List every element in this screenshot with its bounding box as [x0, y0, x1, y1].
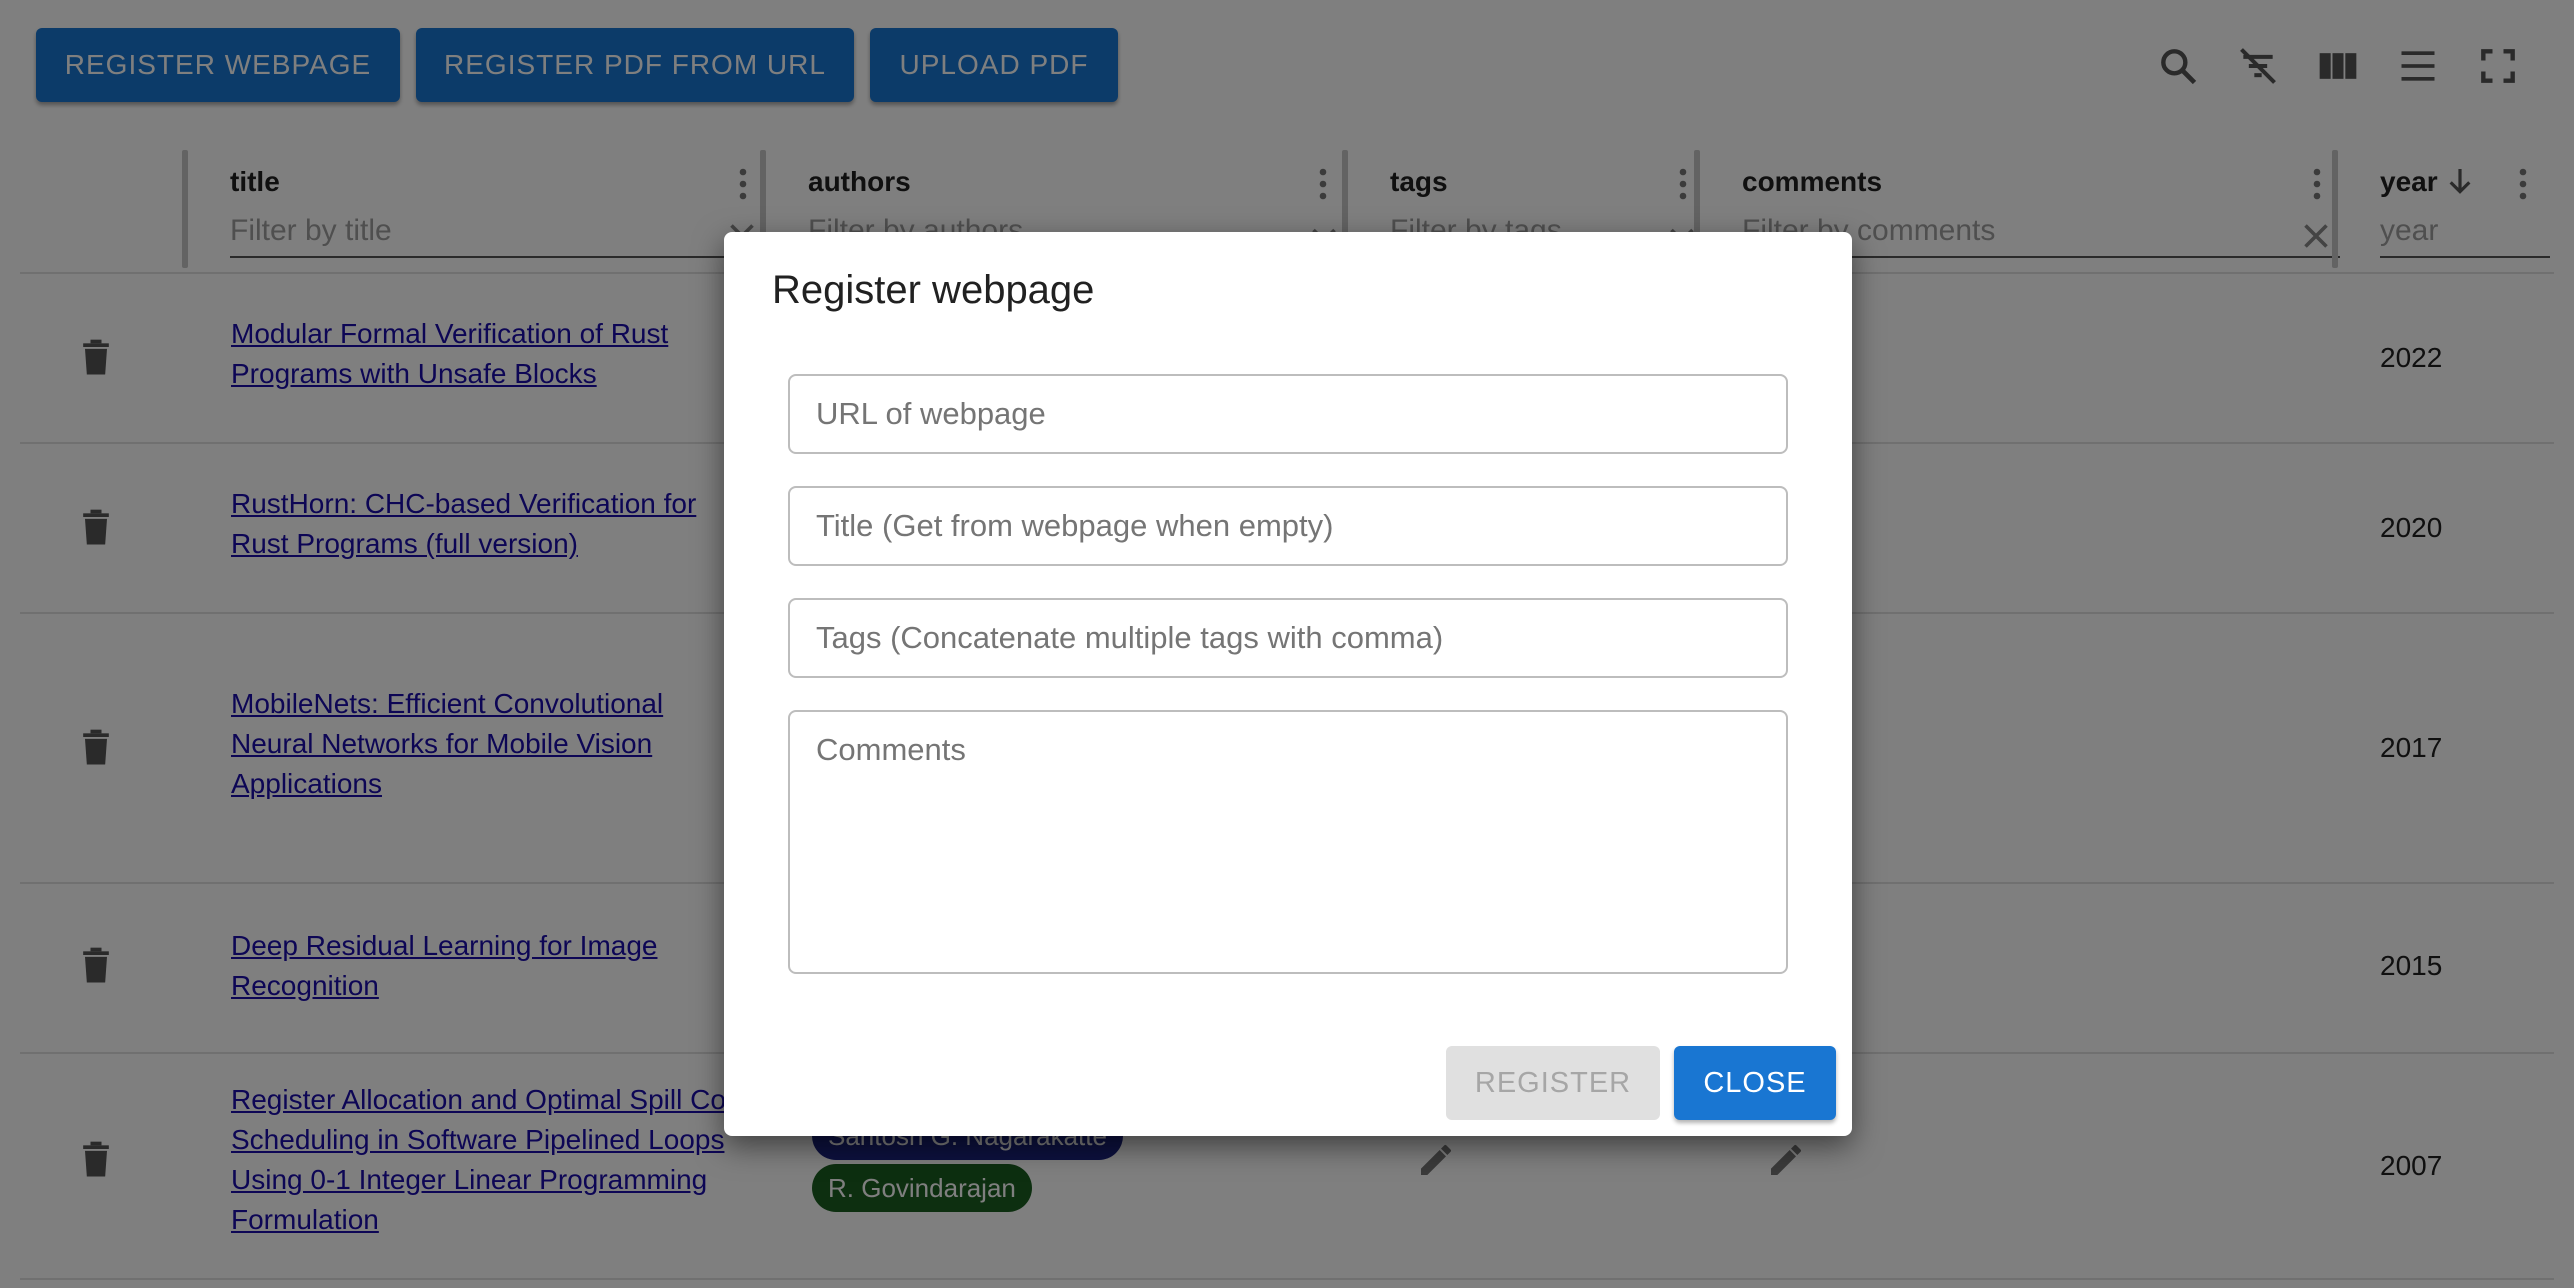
register-button[interactable]: REGISTER — [1446, 1046, 1660, 1120]
comments-textarea[interactable]: Comments — [788, 710, 1788, 974]
url-input[interactable]: URL of webpage — [788, 374, 1788, 454]
register-webpage-dialog: Register webpage URL of webpage Title (G… — [724, 232, 1852, 1136]
close-button[interactable]: CLOSE — [1674, 1046, 1836, 1120]
dialog-title: Register webpage — [772, 268, 1095, 312]
title-input[interactable]: Title (Get from webpage when empty) — [788, 486, 1788, 566]
tags-input[interactable]: Tags (Concatenate multiple tags with com… — [788, 598, 1788, 678]
app: REGISTER WEBPAGE REGISTER PDF FROM URL U… — [0, 0, 2574, 1288]
